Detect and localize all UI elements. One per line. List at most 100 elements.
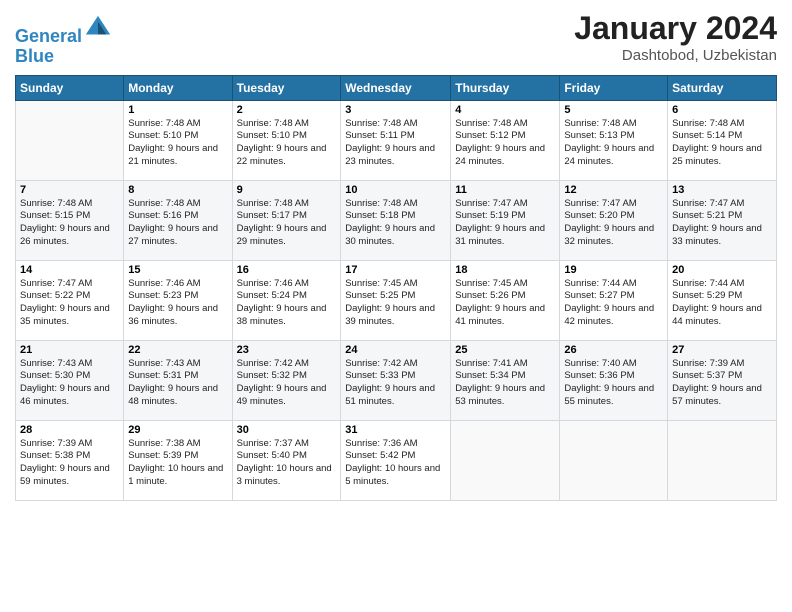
day-cell: 28 Sunrise: 7:39 AMSunset: 5:38 PMDayligh… bbox=[16, 420, 124, 500]
day-detail: Sunrise: 7:48 AMSunset: 5:18 PMDaylight:… bbox=[345, 198, 446, 249]
day-number: 13 bbox=[672, 184, 772, 196]
logo: General Blue bbox=[15, 14, 112, 67]
day-number: 12 bbox=[564, 184, 663, 196]
day-detail: Sunrise: 7:37 AMSunset: 5:40 PMDaylight:… bbox=[237, 438, 337, 489]
day-number: 14 bbox=[20, 264, 119, 276]
day-number: 3 bbox=[345, 104, 446, 116]
col-header-wednesday: Wednesday bbox=[341, 75, 451, 100]
day-detail: Sunrise: 7:36 AMSunset: 5:42 PMDaylight:… bbox=[345, 438, 446, 489]
day-detail: Sunrise: 7:42 AMSunset: 5:32 PMDaylight:… bbox=[237, 358, 337, 409]
day-number: 4 bbox=[455, 104, 555, 116]
day-number: 26 bbox=[564, 344, 663, 356]
week-row-2: 7Sunrise: 7:48 AMSunset: 5:15 PMDaylight… bbox=[16, 180, 777, 260]
day-detail: Sunrise: 7:44 AMSunset: 5:27 PMDaylight:… bbox=[564, 278, 663, 329]
day-cell bbox=[16, 100, 124, 180]
day-detail: Sunrise: 7:45 AMSunset: 5:26 PMDaylight:… bbox=[455, 278, 555, 329]
day-number: 28 bbox=[20, 424, 119, 436]
day-detail: Sunrise: 7:47 AMSunset: 5:20 PMDaylight:… bbox=[564, 198, 663, 249]
day-cell: 22Sunrise: 7:43 AMSunset: 5:31 PMDayligh… bbox=[124, 340, 232, 420]
title-block: January 2024 Dashtobod, Uzbekistan bbox=[574, 10, 777, 64]
day-detail: Sunrise: 7:45 AMSunset: 5:25 PMDaylight:… bbox=[345, 278, 446, 329]
day-cell: 18 Sunrise: 7:45 AMSunset: 5:26 PMDayligh… bbox=[451, 260, 560, 340]
day-cell: 1Sunrise: 7:48 AMSunset: 5:10 PMDaylight… bbox=[124, 100, 232, 180]
day-cell: 14Sunrise: 7:47 AMSunset: 5:22 PMDayligh… bbox=[16, 260, 124, 340]
day-cell: 29Sunrise: 7:38 AMSunset: 5:39 PMDayligh… bbox=[124, 420, 232, 500]
day-cell: 13 Sunrise: 7:47 AMSunset: 5:21 PMDayligh… bbox=[668, 180, 777, 260]
day-number: 19 bbox=[564, 264, 663, 276]
day-number: 1 bbox=[128, 104, 227, 116]
day-number: 22 bbox=[128, 344, 227, 356]
day-cell: 20 Sunrise: 7:44 AMSunset: 5:29 PMDayligh… bbox=[668, 260, 777, 340]
day-number: 18 bbox=[455, 264, 555, 276]
day-detail: Sunrise: 7:40 AMSunset: 5:36 PMDaylight:… bbox=[564, 358, 663, 409]
day-number: 17 bbox=[345, 264, 446, 276]
day-cell: 19 Sunrise: 7:44 AMSunset: 5:27 PMDayligh… bbox=[560, 260, 668, 340]
day-number: 16 bbox=[237, 264, 337, 276]
day-number: 2 bbox=[237, 104, 337, 116]
day-cell: 16 Sunrise: 7:46 AMSunset: 5:24 PMDayligh… bbox=[232, 260, 341, 340]
logo-blue: Blue bbox=[15, 47, 112, 67]
day-detail: Sunrise: 7:48 AMSunset: 5:15 PMDaylight:… bbox=[20, 198, 119, 249]
day-number: 23 bbox=[237, 344, 337, 356]
day-cell: 27 Sunrise: 7:39 AMSunset: 5:37 PMDayligh… bbox=[668, 340, 777, 420]
month-title: January 2024 bbox=[574, 10, 777, 47]
day-number: 20 bbox=[672, 264, 772, 276]
day-detail: Sunrise: 7:39 AMSunset: 5:37 PMDaylight:… bbox=[672, 358, 772, 409]
week-row-1: 1 Sunrise: 7:48 AMSunset: 5:10 PMDaylight… bbox=[16, 100, 777, 180]
col-header-thursday: Thursday bbox=[451, 75, 560, 100]
day-cell: 2 Sunrise: 7:48 AMSunset: 5:10 PMDaylight… bbox=[232, 100, 341, 180]
day-detail: Sunrise: 7:48 AMSunset: 5:12 PMDaylight:… bbox=[455, 118, 555, 169]
day-cell: 23 Sunrise: 7:42 AMSunset: 5:32 PMDayligh… bbox=[232, 340, 341, 420]
day-cell: 15Sunrise: 7:46 AMSunset: 5:23 PMDayligh… bbox=[124, 260, 232, 340]
day-cell: 3 Sunrise: 7:48 AMSunset: 5:11 PMDaylight… bbox=[341, 100, 451, 180]
day-detail: Sunrise: 7:41 AMSunset: 5:34 PMDaylight:… bbox=[455, 358, 555, 409]
day-detail: Sunrise: 7:47 AMSunset: 5:19 PMDaylight:… bbox=[455, 198, 555, 249]
logo-icon bbox=[84, 14, 112, 42]
day-number: 9 bbox=[237, 184, 337, 196]
day-number: 11 bbox=[455, 184, 555, 196]
day-cell: 17 Sunrise: 7:45 AMSunset: 5:25 PMDayligh… bbox=[341, 260, 451, 340]
logo-text: General bbox=[15, 14, 112, 47]
day-cell: 8 Sunrise: 7:48 AMSunset: 5:16 PMDaylight… bbox=[124, 180, 232, 260]
col-header-tuesday: Tuesday bbox=[232, 75, 341, 100]
day-number: 15 bbox=[128, 264, 227, 276]
calendar-header-row: SundayMondayTuesdayWednesdayThursdayFrid… bbox=[16, 75, 777, 100]
day-number: 25 bbox=[455, 344, 555, 356]
day-cell: 21 Sunrise: 7:43 AMSunset: 5:30 PMDayligh… bbox=[16, 340, 124, 420]
day-detail: Sunrise: 7:48 AMSunset: 5:16 PMDaylight:… bbox=[128, 198, 227, 249]
day-number: 30 bbox=[237, 424, 337, 436]
day-cell: 31 Sunrise: 7:36 AMSunset: 5:42 PMDayligh… bbox=[341, 420, 451, 500]
day-detail: Sunrise: 7:48 AMSunset: 5:13 PMDaylight:… bbox=[564, 118, 663, 169]
day-cell: 10Sunrise: 7:48 AMSunset: 5:18 PMDayligh… bbox=[341, 180, 451, 260]
day-detail: Sunrise: 7:39 AMSunset: 5:38 PMDaylight:… bbox=[20, 438, 119, 489]
day-number: 6 bbox=[672, 104, 772, 116]
day-detail: Sunrise: 7:46 AMSunset: 5:24 PMDaylight:… bbox=[237, 278, 337, 329]
day-detail: Sunrise: 7:48 AMSunset: 5:10 PMDaylight:… bbox=[237, 118, 337, 169]
day-number: 5 bbox=[564, 104, 663, 116]
logo-general: General bbox=[15, 26, 82, 46]
day-detail: Sunrise: 7:42 AMSunset: 5:33 PMDaylight:… bbox=[345, 358, 446, 409]
day-number: 21 bbox=[20, 344, 119, 356]
day-detail: Sunrise: 7:48 AMSunset: 5:17 PMDaylight:… bbox=[237, 198, 337, 249]
location-title: Dashtobod, Uzbekistan bbox=[574, 47, 777, 64]
day-cell: 7Sunrise: 7:48 AMSunset: 5:15 PMDaylight… bbox=[16, 180, 124, 260]
day-number: 31 bbox=[345, 424, 446, 436]
day-detail: Sunrise: 7:48 AMSunset: 5:11 PMDaylight:… bbox=[345, 118, 446, 169]
day-detail: Sunrise: 7:38 AMSunset: 5:39 PMDaylight:… bbox=[128, 438, 227, 489]
week-row-5: 28 Sunrise: 7:39 AMSunset: 5:38 PMDayligh… bbox=[16, 420, 777, 500]
day-number: 24 bbox=[345, 344, 446, 356]
calendar-table: SundayMondayTuesdayWednesdayThursdayFrid… bbox=[15, 75, 777, 501]
col-header-monday: Monday bbox=[124, 75, 232, 100]
col-header-saturday: Saturday bbox=[668, 75, 777, 100]
day-detail: Sunrise: 7:43 AMSunset: 5:30 PMDaylight:… bbox=[20, 358, 119, 409]
day-cell: 9 Sunrise: 7:48 AMSunset: 5:17 PMDaylight… bbox=[232, 180, 341, 260]
day-detail: Sunrise: 7:44 AMSunset: 5:29 PMDaylight:… bbox=[672, 278, 772, 329]
col-header-friday: Friday bbox=[560, 75, 668, 100]
day-detail: Sunrise: 7:47 AMSunset: 5:21 PMDaylight:… bbox=[672, 198, 772, 249]
day-cell bbox=[451, 420, 560, 500]
day-cell: 26 Sunrise: 7:40 AMSunset: 5:36 PMDayligh… bbox=[560, 340, 668, 420]
day-cell: 12 Sunrise: 7:47 AMSunset: 5:20 PMDayligh… bbox=[560, 180, 668, 260]
day-cell: 30 Sunrise: 7:37 AMSunset: 5:40 PMDayligh… bbox=[232, 420, 341, 500]
day-number: 27 bbox=[672, 344, 772, 356]
day-number: 8 bbox=[128, 184, 227, 196]
